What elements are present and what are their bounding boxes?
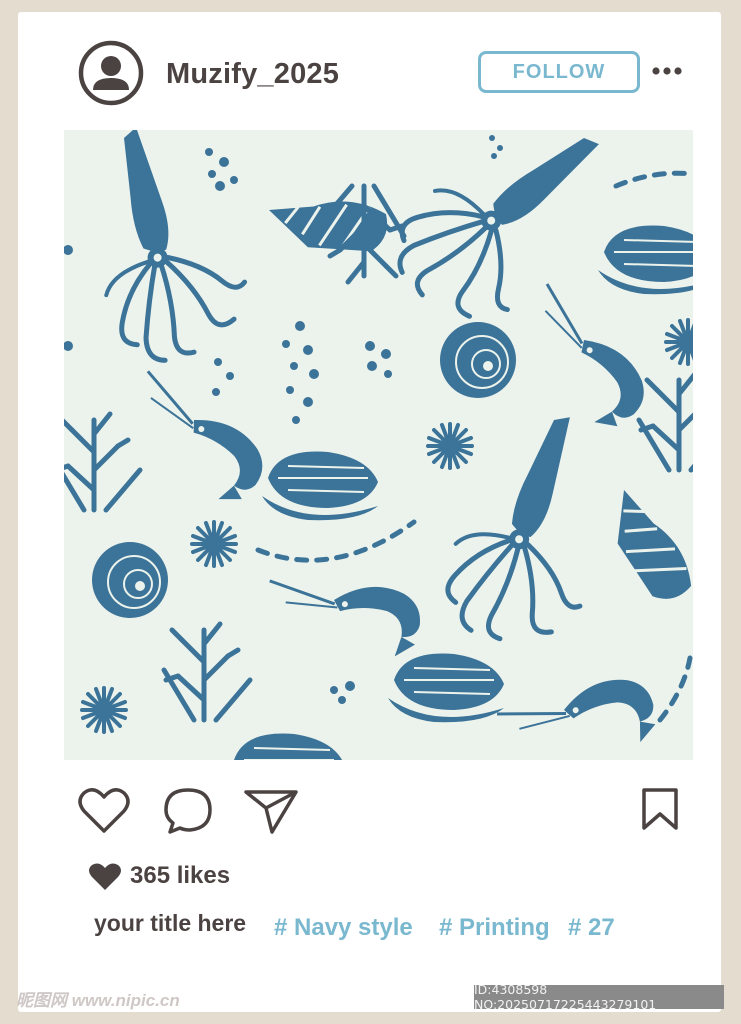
bookmark-icon[interactable] bbox=[640, 788, 680, 832]
hashtag-printing[interactable]: # Printing bbox=[439, 914, 550, 942]
hashtag-navy-style[interactable]: # Navy style bbox=[274, 914, 413, 942]
sea-creature-pattern bbox=[64, 130, 693, 760]
watermark-site: 昵图网 www.nipic.cn bbox=[16, 991, 180, 1010]
likes-count[interactable]: 365 likes bbox=[130, 862, 230, 890]
share-icon[interactable] bbox=[244, 788, 300, 834]
watermark-id: ID:4308598 NO:20250717225443279101 bbox=[474, 982, 724, 1012]
post-caption: your title here bbox=[94, 910, 247, 936]
avatar-icon[interactable] bbox=[78, 40, 144, 106]
hashtag-27[interactable]: # 27 bbox=[568, 914, 615, 942]
comment-icon[interactable] bbox=[162, 786, 214, 836]
post-image[interactable] bbox=[64, 130, 693, 760]
like-icon[interactable] bbox=[78, 787, 130, 835]
username[interactable]: Muzify_2025 bbox=[166, 58, 339, 91]
more-options-icon[interactable] bbox=[650, 62, 684, 80]
follow-button[interactable]: FOLLOW bbox=[478, 51, 640, 93]
heart-filled-icon bbox=[89, 863, 121, 890]
